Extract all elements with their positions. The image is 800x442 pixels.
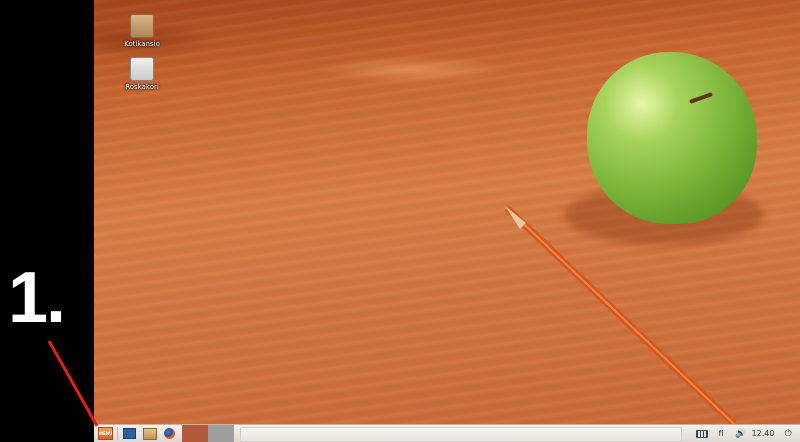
keyboard-indicator[interactable] (695, 425, 709, 442)
desktop-icon-home-folder[interactable]: Kotikansio (110, 14, 174, 48)
show-desktop-icon (123, 428, 136, 439)
window-list[interactable] (240, 427, 682, 442)
desktop-background[interactable]: Kotikansio Roskakori (94, 0, 800, 424)
keyboard-layout[interactable]: fi (714, 425, 728, 442)
files-launcher[interactable] (141, 426, 158, 441)
power-icon[interactable]: ⏻ (782, 425, 794, 442)
volume-icon[interactable]: 🔊 (735, 425, 747, 442)
taskbar-separator (117, 427, 118, 440)
desktop-icon-label: Kotikansio (124, 40, 160, 48)
taskbar: MENU fi 🔊 12.40 ⏻ (94, 424, 800, 442)
keyboard-icon (696, 429, 708, 438)
clock[interactable]: 12.40 (750, 425, 776, 442)
workspace-2[interactable] (208, 425, 234, 442)
trash-icon (130, 57, 154, 81)
menu-icon: MENU (98, 427, 113, 440)
wallpaper-pencil (504, 205, 737, 424)
desktop-icon-label: Roskakori (125, 83, 159, 91)
desktop-icon-trash[interactable]: Roskakori (110, 57, 174, 91)
firefox-launcher[interactable] (161, 426, 178, 441)
home-folder-icon (130, 14, 154, 38)
files-icon (142, 427, 157, 440)
workspace-1[interactable] (182, 425, 208, 442)
menu-button[interactable]: MENU (97, 426, 114, 441)
firefox-icon (164, 428, 175, 439)
left-black-margin: 1. (0, 0, 94, 441)
step-number-label: 1. (8, 258, 66, 338)
show-desktop-button[interactable] (121, 426, 138, 441)
